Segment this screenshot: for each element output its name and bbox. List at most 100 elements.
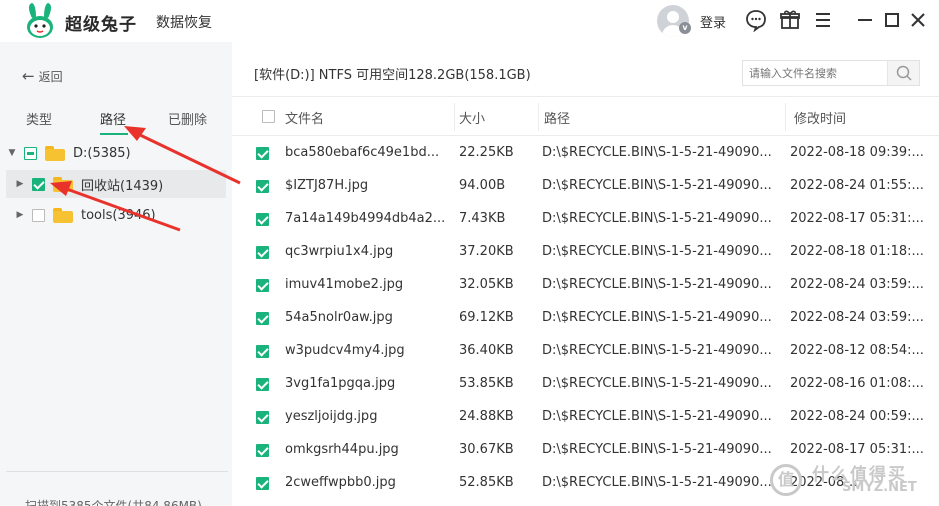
back-button[interactable]: ← 返回 [22, 67, 63, 85]
caret-down-icon[interactable]: ▼ [6, 148, 18, 158]
row-checkbox[interactable] [256, 180, 269, 193]
cell-size: 52.85KB [459, 475, 514, 490]
table-row[interactable]: yeszljoijdg.jpg 24.88KB D:\$RECYCLE.BIN\S-… [232, 401, 939, 434]
column-divider[interactable] [785, 103, 786, 131]
tab-path[interactable]: 路径 [100, 109, 126, 128]
cell-mtime: 2022-08-18 09:39:... [790, 145, 924, 160]
cell-name: 3vg1fa1pgqa.jpg [285, 376, 396, 391]
rabbit-logo-icon [27, 3, 53, 38]
tree-item-recycle-bin[interactable]: ▶ 回收站(1439) [6, 170, 226, 198]
tree-checkbox-tools[interactable] [32, 208, 45, 222]
cell-size: 32.05KB [459, 277, 514, 292]
row-checkbox[interactable] [256, 312, 269, 325]
caret-right-icon[interactable]: ▶ [14, 179, 26, 189]
left-panel: ← 返回 类型 路径 已删除 ▼ D:(5385) ▶ 回收站(1439) ▶ … [0, 42, 232, 506]
app-subtitle: 数据恢复 [156, 15, 212, 31]
tree-item-tools[interactable]: ▶ tools(3946) [6, 201, 226, 229]
cell-path: D:\$RECYCLE.BIN\S-1-5-21-49090... [542, 244, 772, 259]
cell-path: D:\$RECYCLE.BIN\S-1-5-21-49090... [542, 442, 772, 457]
table-row[interactable]: qc3wrpiu1x4.jpg 37.20KB D:\$RECYCLE.BIN\S-… [232, 236, 939, 269]
table-row[interactable]: 54a5nolr0aw.jpg 69.12KB D:\$RECYCLE.BIN\S-… [232, 302, 939, 335]
cell-name: qc3wrpiu1x4.jpg [285, 244, 394, 259]
row-checkbox[interactable] [256, 411, 269, 424]
column-header-size[interactable]: 大小 [459, 108, 485, 127]
column-header-name[interactable]: 文件名 [285, 108, 324, 127]
tree-label: 回收站(1439) [81, 178, 164, 194]
view-tabs: 类型 路径 已删除 [0, 105, 232, 135]
tab-deleted[interactable]: 已删除 [168, 109, 207, 128]
title-bar: 超级兔子 数据恢复 v 登录 [0, 0, 939, 42]
column-divider[interactable] [538, 103, 539, 131]
table-row[interactable]: bca580ebaf6c49e1bd... 22.25KB D:\$RECYCLE.… [232, 137, 939, 170]
table-row[interactable]: 3vg1fa1pgqa.jpg 53.85KB D:\$RECYCLE.BIN\S-… [232, 368, 939, 401]
cell-mtime: 2022-08-17 05:31:... [790, 211, 924, 226]
table-row[interactable]: $IZTJ87H.jpg 94.00B D:\$RECYCLE.BIN\S-1-5-… [232, 170, 939, 203]
column-header-mtime[interactable]: 修改时间 [794, 108, 846, 127]
cell-name: 2cweffwpbb0.jpg [285, 475, 396, 490]
back-arrow-icon: ← [22, 67, 35, 85]
chat-icon[interactable] [744, 8, 768, 32]
caret-right-icon[interactable]: ▶ [14, 210, 26, 220]
gift-box-icon[interactable] [778, 8, 802, 32]
tree-checkbox-recycle-bin[interactable] [32, 177, 45, 191]
cell-mtime: 2022-08-24 00:59:... [790, 409, 924, 424]
tree-item-drive-d[interactable]: ▼ D:(5385) [6, 139, 226, 167]
tab-type[interactable]: 类型 [26, 109, 52, 128]
minimize-icon[interactable] [853, 8, 877, 32]
menu-icon[interactable] [811, 8, 835, 32]
watermark: 值 什么值得买 SMYZ.NET [770, 462, 935, 502]
watermark-logo: 值 [770, 464, 802, 496]
table-row[interactable]: imuv41mobe2.jpg 32.05KB D:\$RECYCLE.BIN\S-… [232, 269, 939, 302]
row-checkbox[interactable] [256, 345, 269, 358]
cell-size: 69.12KB [459, 310, 514, 325]
table-row[interactable]: 7a14a149b4994db4a2... 7.43KB D:\$RECYCLE.B… [232, 203, 939, 236]
cell-path: D:\$RECYCLE.BIN\S-1-5-21-49090... [542, 277, 772, 292]
search-input[interactable] [743, 61, 888, 85]
cell-name: 54a5nolr0aw.jpg [285, 310, 393, 325]
row-checkbox[interactable] [256, 279, 269, 292]
table-header: 文件名 大小 路径 修改时间 [232, 96, 939, 136]
app-name: 超级兔子 [65, 15, 137, 35]
cell-name: w3pudcv4my4.jpg [285, 343, 405, 358]
row-checkbox[interactable] [256, 213, 269, 226]
row-checkbox[interactable] [256, 246, 269, 259]
cell-name: 7a14a149b4994db4a2... [285, 211, 446, 226]
cell-name: imuv41mobe2.jpg [285, 277, 404, 292]
drive-info: [软件(D:)] NTFS 可用空间128.2GB(158.1GB) [254, 68, 531, 83]
cell-mtime: 2022-08-24 03:59:... [790, 277, 924, 292]
cell-size: 36.40KB [459, 343, 514, 358]
folder-icon [45, 145, 65, 161]
cell-name: yeszljoijdg.jpg [285, 409, 378, 424]
login-button[interactable]: 登录 [700, 12, 726, 31]
cell-mtime: 2022-08-18 01:18:... [790, 244, 924, 259]
cell-size: 22.25KB [459, 145, 514, 160]
column-header-path[interactable]: 路径 [544, 108, 570, 127]
divider [6, 471, 228, 472]
maximize-icon[interactable] [880, 8, 904, 32]
back-label: 返回 [38, 69, 63, 84]
row-checkbox[interactable] [256, 378, 269, 391]
tree-checkbox-drive-d[interactable] [24, 146, 37, 160]
cell-name: $IZTJ87H.jpg [285, 178, 369, 193]
close-icon[interactable] [906, 8, 930, 32]
cell-size: 53.85KB [459, 376, 514, 391]
search-button[interactable] [887, 61, 919, 85]
search-icon [896, 65, 912, 81]
cell-mtime: 2022-08-16 01:08:... [790, 376, 924, 391]
row-checkbox[interactable] [256, 147, 269, 160]
table-row[interactable]: w3pudcv4my4.jpg 36.40KB D:\$RECYCLE.BIN\S-… [232, 335, 939, 368]
cell-size: 37.20KB [459, 244, 514, 259]
cell-mtime: 2022-08-17 05:31:... [790, 442, 924, 457]
select-all-checkbox[interactable] [262, 110, 275, 123]
cell-name: omkgsrh44pu.jpg [285, 442, 399, 457]
cell-path: D:\$RECYCLE.BIN\S-1-5-21-49090... [542, 211, 772, 226]
folder-icon [53, 207, 73, 223]
watermark-url: SMYZ.NET [842, 480, 917, 495]
cell-mtime: 2022-08-24 01:55:... [790, 178, 924, 193]
row-checkbox[interactable] [256, 477, 269, 490]
column-divider[interactable] [454, 103, 455, 131]
cell-mtime: 2022-08-12 08:54:... [790, 343, 924, 358]
scan-status: 扫描到5385个文件(共84.86MB) [25, 499, 202, 506]
row-checkbox[interactable] [256, 444, 269, 457]
tree-label: tools(3946) [81, 207, 156, 223]
